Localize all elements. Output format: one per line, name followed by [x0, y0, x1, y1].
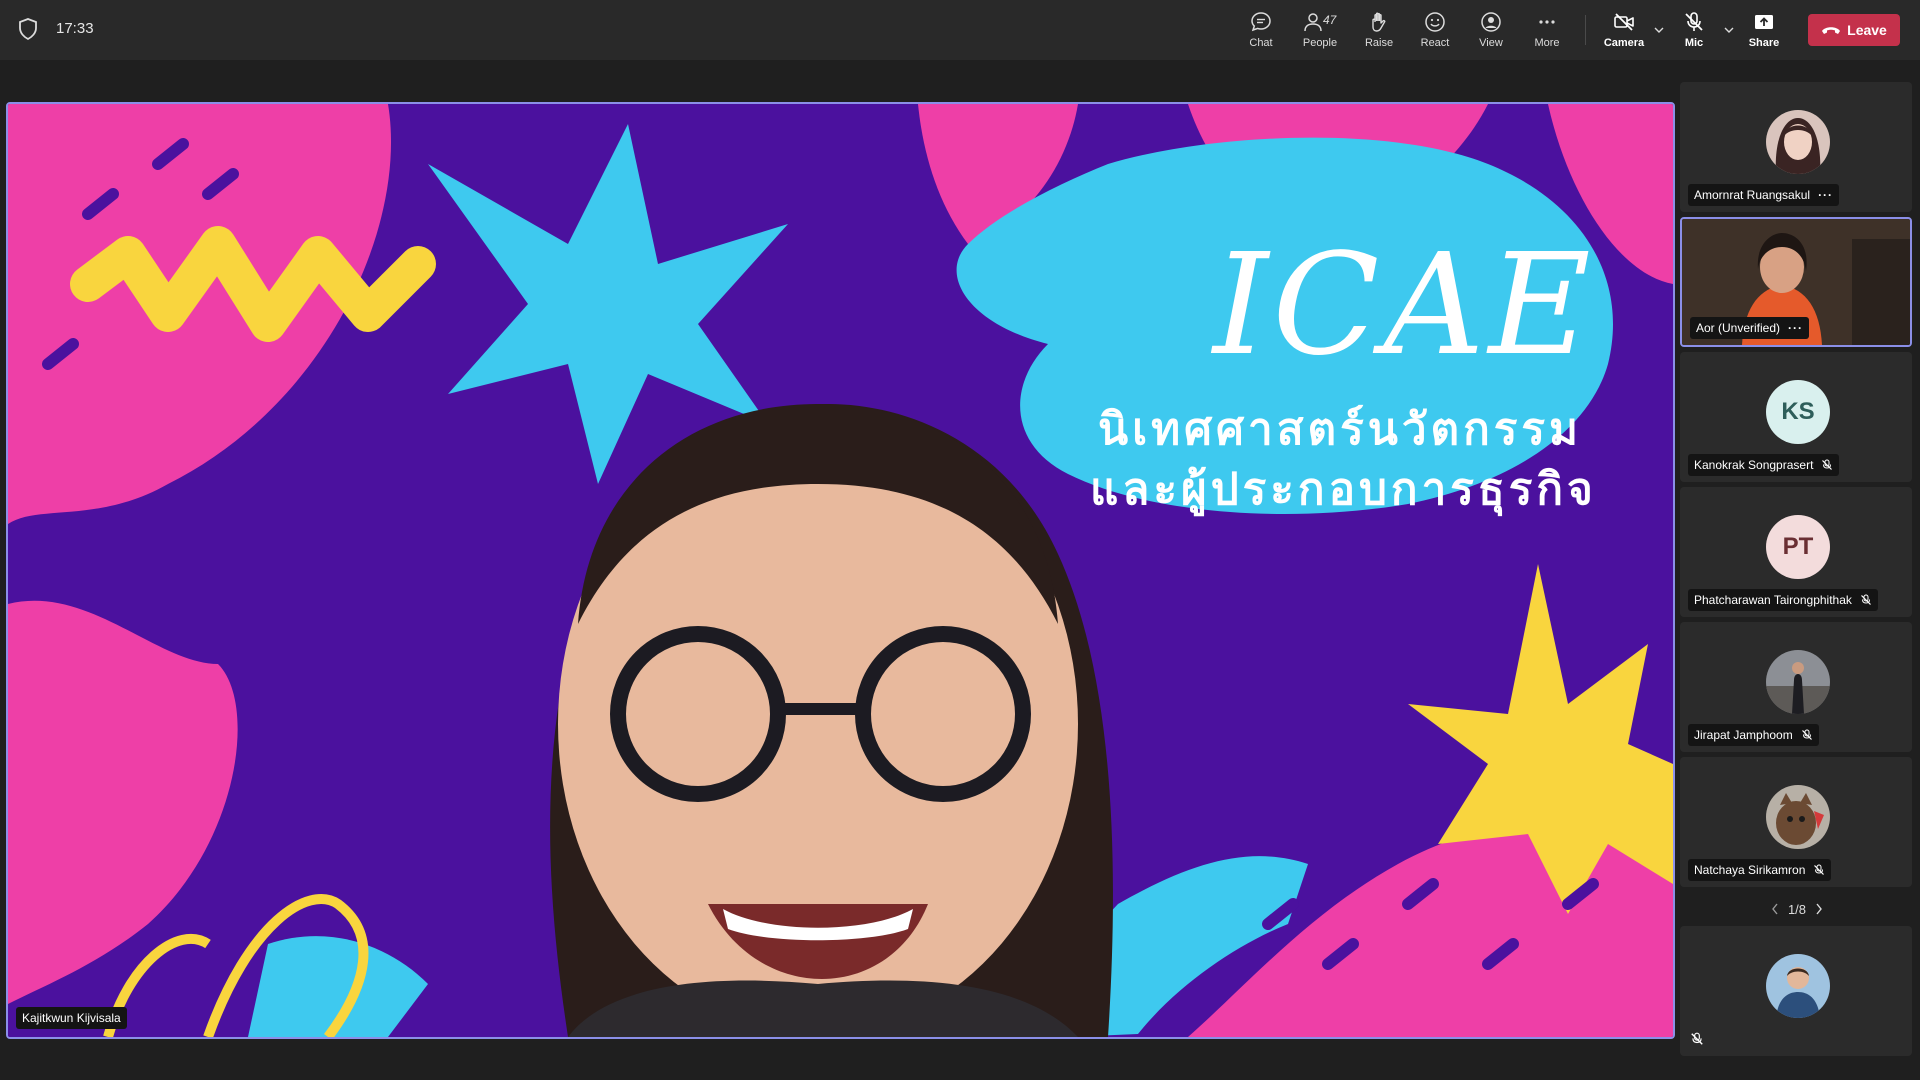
mic-muted-icon	[1822, 459, 1833, 470]
page-indicator: 1/8	[1787, 901, 1807, 917]
mic-muted-icon	[1691, 1032, 1703, 1045]
chat-button[interactable]: Chat	[1233, 0, 1289, 60]
participant-tile[interactable]: Jirapat Jamphoom	[1680, 622, 1912, 752]
chevron-down-icon	[1654, 27, 1664, 33]
participant-name-chip: Kanokrak Songprasert	[1688, 454, 1840, 476]
toolbar-actions: Chat 47 People Raise React View More Cam…	[1233, 0, 1920, 60]
toolbar-divider	[1585, 15, 1586, 45]
mic-label: Mic	[1684, 37, 1704, 49]
camera-label: Camera	[1603, 37, 1645, 49]
avatar	[1766, 785, 1830, 849]
mic-muted-icon	[1814, 864, 1825, 875]
avatar	[1766, 650, 1830, 714]
chat-icon	[1251, 12, 1271, 32]
gallery-pager: 1/8	[1680, 892, 1914, 926]
participant-more-button[interactable]: ···	[1788, 321, 1803, 335]
participant-more-button[interactable]: ···	[1818, 188, 1833, 202]
participant-tile-speaking[interactable]: Aor (Unverified) ···	[1680, 217, 1912, 347]
slide-subtitle-line2: และผู้ประกอบการธุรกิจ	[1090, 464, 1597, 515]
avatar	[1766, 954, 1830, 1018]
people-count: 47	[1323, 13, 1337, 27]
participant-name-chip: Jirapat Jamphoom	[1688, 724, 1819, 746]
share-label: Share	[1748, 37, 1780, 49]
main-video-stage[interactable]: ICAE นิเทศศาสตร์นวัตกรรม และผู้ประกอบการ…	[6, 102, 1675, 1039]
participant-name: Aor (Unverified)	[1696, 321, 1781, 335]
view-button[interactable]: View	[1463, 0, 1519, 60]
participant-name-chip: Natchaya Sirikamron	[1688, 859, 1832, 881]
meeting-time: 17:33	[56, 20, 94, 37]
camera-off-icon	[1614, 13, 1634, 31]
participant-tile[interactable]: Natchaya Sirikamron	[1680, 757, 1912, 887]
next-page-button[interactable]	[1806, 897, 1832, 921]
people-label: People	[1302, 37, 1338, 49]
participant-name: Kanokrak Songprasert	[1694, 458, 1814, 472]
participant-name-chip: Amornrat Ruangsakul ···	[1688, 184, 1840, 206]
view-label: View	[1479, 37, 1503, 49]
mic-off-icon	[1685, 12, 1703, 31]
people-icon	[1304, 13, 1322, 32]
participant-name-chip: Aor (Unverified) ···	[1690, 317, 1810, 339]
share-screen-icon	[1755, 15, 1773, 29]
participant-name: Jirapat Jamphoom	[1694, 728, 1793, 742]
prev-page-button[interactable]	[1762, 897, 1788, 921]
speaker-name-label: Kajitkwun Kijvisala	[16, 1007, 127, 1029]
shield-icon	[19, 18, 37, 40]
more-button[interactable]: More	[1519, 0, 1575, 60]
avatar	[1766, 110, 1830, 174]
camera-button[interactable]: Camera	[1596, 0, 1652, 60]
participant-tile[interactable]: KS Kanokrak Songprasert	[1680, 352, 1912, 482]
slide-title: ICAE	[1213, 224, 1595, 387]
chevron-down-icon	[1724, 27, 1734, 33]
participant-tile[interactable]: Amornrat Ruangsakul ···	[1680, 82, 1912, 212]
leave-button[interactable]: Leave	[1808, 14, 1900, 46]
participant-name: Natchaya Sirikamron	[1694, 863, 1806, 877]
participant-tile[interactable]: PT Phatcharawan Tairongphithak	[1680, 487, 1912, 617]
share-button[interactable]: Share	[1736, 0, 1792, 60]
react-label: React	[1420, 37, 1450, 49]
people-button[interactable]: 47 People	[1289, 0, 1351, 60]
react-button[interactable]: React	[1407, 0, 1463, 60]
participant-tile[interactable]	[1680, 926, 1912, 1056]
raise-hand-button[interactable]: Raise	[1351, 0, 1407, 60]
participant-gallery: Amornrat Ruangsakul ··· Aor (Unverified)…	[1680, 82, 1914, 1061]
meeting-toolbar: 17:33 Chat 47 People Raise React View Mo…	[0, 0, 1920, 60]
view-icon	[1481, 12, 1501, 32]
camera-options-button[interactable]	[1652, 0, 1666, 60]
raise-label: Raise	[1364, 37, 1394, 49]
more-label: More	[1534, 37, 1560, 49]
participant-name: Amornrat Ruangsakul	[1694, 188, 1811, 202]
leave-label: Leave	[1847, 22, 1887, 38]
hang-up-icon	[1822, 27, 1841, 34]
ellipsis-icon	[1539, 20, 1555, 24]
smiley-icon	[1425, 12, 1445, 32]
chevron-left-icon	[1772, 903, 1778, 915]
avatar: PT	[1766, 515, 1830, 579]
mic-button[interactable]: Mic	[1666, 0, 1722, 60]
mic-muted-icon	[1801, 729, 1812, 740]
hand-icon	[1372, 12, 1386, 32]
participant-name-chip: Phatcharawan Tairongphithak	[1688, 589, 1878, 611]
chat-label: Chat	[1249, 37, 1273, 49]
mic-muted-icon	[1860, 594, 1871, 605]
participant-name: Phatcharawan Tairongphithak	[1694, 593, 1852, 607]
avatar: KS	[1766, 380, 1830, 444]
chevron-right-icon	[1816, 903, 1822, 915]
mic-options-button[interactable]	[1722, 0, 1736, 60]
